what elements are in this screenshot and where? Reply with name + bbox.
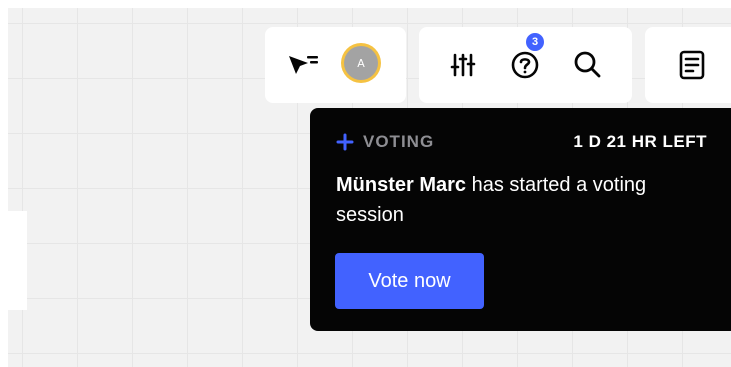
cursor-filter-icon [284, 50, 320, 80]
board-canvas[interactable]: A 3 VOTING 1 D 21 HR LEFT Münster Marc h… [8, 8, 731, 367]
notification-count-badge: 3 [524, 31, 546, 53]
search-icon [572, 49, 604, 81]
question-circle-icon [509, 49, 541, 81]
settings-button[interactable] [443, 45, 483, 85]
session-initiator-name: Münster Marc [336, 174, 467, 196]
search-button[interactable] [568, 45, 608, 85]
vote-now-button[interactable]: Vote now [335, 253, 484, 309]
plus-icon [336, 133, 354, 151]
side-panel-edge [8, 211, 27, 310]
voting-message: Münster Marc has started a voting sessio… [336, 170, 707, 230]
sliders-icon [448, 50, 478, 80]
popover-header: VOTING 1 D 21 HR LEFT [336, 131, 707, 153]
cursor-filter-button[interactable] [282, 45, 322, 85]
avatar[interactable]: A [341, 43, 381, 83]
notes-button[interactable] [672, 45, 712, 85]
time-remaining: 1 D 21 HR LEFT [573, 132, 707, 151]
avatar-initial: A [344, 46, 378, 80]
collaboration-toolbar: A [265, 27, 406, 103]
voting-label: VOTING [363, 132, 435, 151]
document-icon [677, 49, 707, 81]
notes-toolbar [645, 27, 731, 103]
voting-notification-popover: VOTING 1 D 21 HR LEFT Münster Marc has s… [310, 108, 731, 331]
voting-label-group: VOTING [336, 132, 434, 152]
